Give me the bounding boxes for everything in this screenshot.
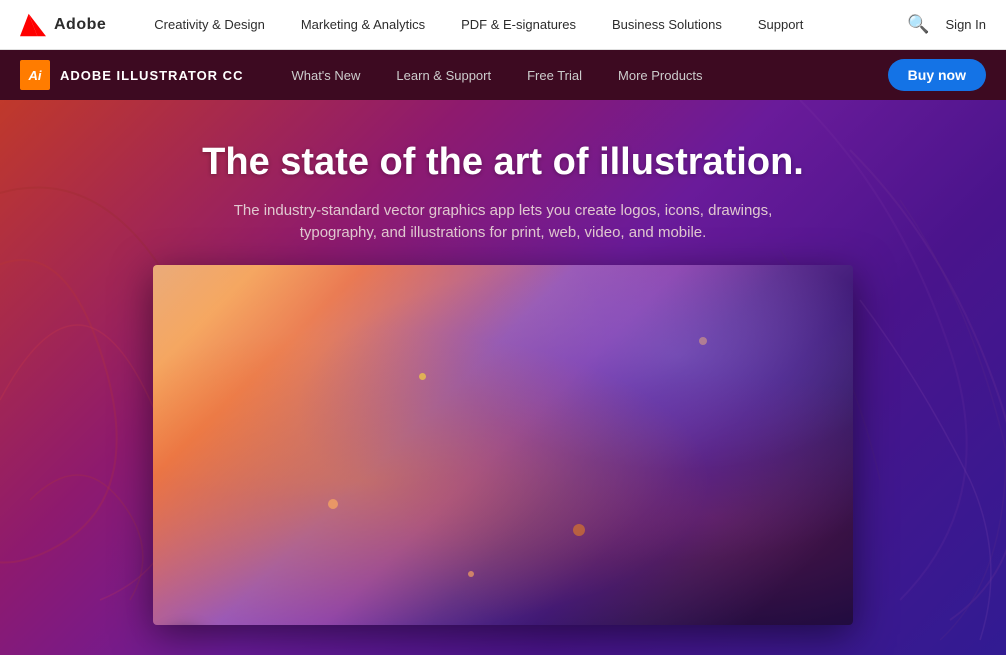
illustrator-icon: Ai [20,60,50,90]
video-container[interactable] [153,265,853,625]
product-nav-learn-support[interactable]: Learn & Support [378,50,509,100]
dot-5 [468,571,474,577]
sign-in-link[interactable]: Sign In [946,17,986,32]
top-nav-links: Creativity & Design Marketing & Analytic… [136,0,907,50]
dot-3 [573,524,585,536]
hero-content: The state of the art of illustration. Th… [202,100,804,265]
hero-subtext: The industry-standard vector graphics ap… [203,200,803,245]
top-navigation: Adobe Creativity & Design Marketing & An… [0,0,1006,50]
video-illustration-overlay [153,265,853,625]
product-name-label: Adobe Illustrator CC [60,68,243,83]
dot-2 [419,373,426,380]
product-nav-more-products[interactable]: More Products [600,50,721,100]
product-sub-links: What's New Learn & Support Free Trial Mo… [273,50,887,100]
adobe-logo-icon [20,12,46,38]
hero-section: The state of the art of illustration. Th… [0,100,1006,655]
top-nav-right: 🔍 Sign In [907,14,986,35]
buy-now-button[interactable]: Buy now [888,59,986,91]
hero-heading: The state of the art of illustration. [202,140,804,186]
nav-link-pdf-esignatures[interactable]: PDF & E-signatures [443,0,594,50]
product-logo-area: Ai Adobe Illustrator CC [20,60,243,90]
dot-1 [328,499,338,509]
search-icon[interactable]: 🔍 [907,14,929,35]
nav-link-creativity-design[interactable]: Creativity & Design [136,0,283,50]
adobe-brand-name: Adobe [54,16,106,34]
nav-link-support[interactable]: Support [740,0,822,50]
dot-4 [699,337,707,345]
product-nav-free-trial[interactable]: Free Trial [509,50,600,100]
product-nav-whats-new[interactable]: What's New [273,50,378,100]
product-navigation: Ai Adobe Illustrator CC What's New Learn… [0,50,1006,100]
adobe-logo-area[interactable]: Adobe [20,12,106,38]
video-thumbnail [153,265,853,625]
nav-link-marketing-analytics[interactable]: Marketing & Analytics [283,0,443,50]
nav-link-business-solutions[interactable]: Business Solutions [594,0,740,50]
